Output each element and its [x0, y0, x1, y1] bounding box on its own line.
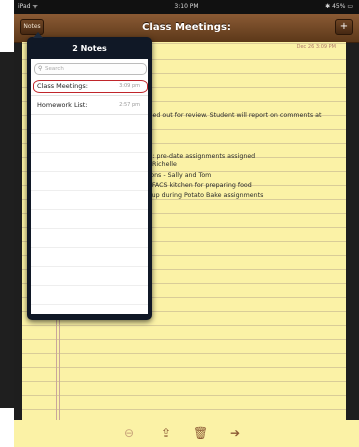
red-circle-annotation	[33, 80, 148, 93]
empty-row	[31, 286, 148, 305]
list-item-time: 2:57 pm	[119, 102, 140, 108]
bottom-toolbar: ⊖ ⇪ 🗑 ➔	[14, 420, 359, 447]
popover-arrow	[33, 32, 43, 38]
empty-row	[31, 134, 148, 153]
note-text-line: ssed out for review. Student will report…	[146, 112, 322, 119]
battery-indicator: ✱ 45% ▭	[325, 3, 353, 10]
share-icon[interactable]: ⇪	[159, 426, 173, 440]
popover-title: 2 Notes	[72, 44, 107, 53]
empty-row	[31, 115, 148, 134]
clock: 3:10 PM	[174, 3, 199, 10]
back-arrow-icon[interactable]: ⊖	[122, 426, 136, 440]
empty-row	[31, 172, 148, 191]
empty-row	[31, 229, 148, 248]
list-item-homework-list[interactable]: Homework List: 2:57 pm	[31, 96, 148, 115]
note-text-line: e): pre-date assignments assigned	[146, 153, 256, 160]
left-dark-edge	[0, 52, 14, 408]
note-date: Dec 26 3:09 PM	[296, 44, 336, 50]
notes-popover: 2 Notes ⚲ Search Class Meetings: 3:09 pm…	[27, 32, 152, 320]
forward-arrow-icon[interactable]: ➔	[228, 426, 242, 440]
status-bar: iPad ᯤ 3:10 PM ✱ 45% ▭	[14, 0, 359, 14]
empty-row	[31, 210, 148, 229]
note-text-line: tions - Sally and Tom	[146, 172, 212, 179]
list-item-title: Homework List:	[37, 101, 88, 109]
note-text-line: e FACS kitchen for preparing food	[146, 182, 252, 189]
search-input[interactable]: ⚲ Search	[34, 63, 147, 75]
notes-list: ⚲ Search Class Meetings: 3:09 pm Homewor…	[31, 59, 148, 314]
note-text-line: k up during Potato Bake assignments	[146, 192, 264, 199]
trash-icon[interactable]: 🗑	[193, 426, 208, 440]
empty-row	[31, 267, 148, 286]
empty-row	[31, 191, 148, 210]
add-note-button[interactable]: +	[335, 19, 353, 35]
search-icon: ⚲	[38, 65, 43, 72]
list-item-class-meetings[interactable]: Class Meetings: 3:09 pm	[31, 77, 148, 96]
empty-row	[31, 248, 148, 267]
empty-row	[31, 153, 148, 172]
search-placeholder: Search	[45, 66, 64, 72]
